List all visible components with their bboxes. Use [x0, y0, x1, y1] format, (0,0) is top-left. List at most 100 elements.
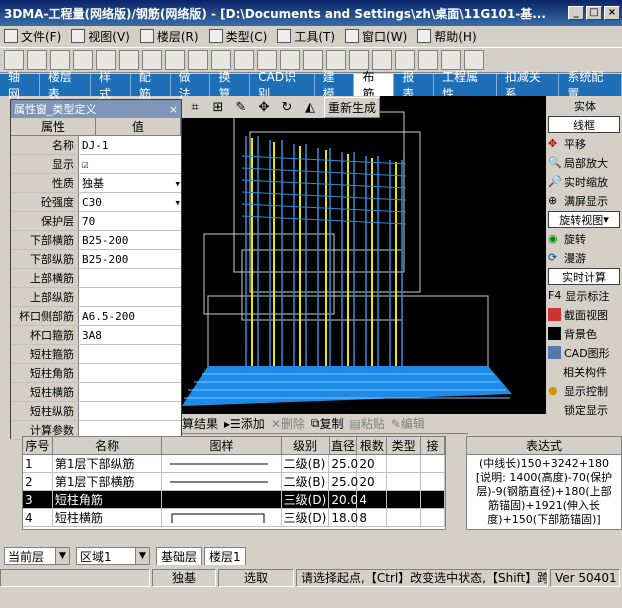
minimize-button[interactable]: _ [568, 6, 584, 20]
tab-project-props[interactable]: 工程属性 [434, 70, 497, 101]
zoom-window-icon[interactable]: ⊞ [208, 97, 228, 117]
tab-foundation-layer[interactable]: 基础层 [156, 547, 203, 565]
prop-row[interactable]: 上部横筋 [11, 269, 181, 288]
move-icon[interactable]: ✥ [254, 97, 274, 117]
wireframe-button[interactable]: 线框 [548, 116, 620, 133]
regenerate-button[interactable]: 重新生成 [324, 96, 381, 118]
lock-display-button[interactable]: 锁定显示 [546, 400, 622, 419]
grid-icon[interactable] [165, 50, 185, 70]
show-mark-button[interactable]: F4 显示标注 [546, 286, 622, 305]
screen-icon[interactable] [234, 50, 254, 70]
cad-graphics-button[interactable]: CAD图形 [546, 343, 622, 362]
copy-button[interactable]: ⧉ 复制 [311, 415, 344, 432]
menu-window[interactable]: 窗口(W) [345, 28, 407, 45]
prop-row[interactable]: 保护层 70 [11, 212, 181, 231]
prop-row[interactable]: 下部横筋 B25-200 [11, 231, 181, 250]
erase-icon[interactable] [418, 50, 438, 70]
paste-icon[interactable] [119, 50, 139, 70]
realtime-zoom-button[interactable]: 🔎 实时缩放 [546, 172, 622, 191]
realtime-calc-button[interactable]: 实时计算 [548, 268, 620, 285]
draw-icon[interactable] [326, 50, 346, 70]
mirror-icon[interactable]: ◭ [300, 97, 320, 117]
section-view-button[interactable]: 截面视图 [546, 305, 622, 324]
copy-icon[interactable] [96, 50, 116, 70]
pen-icon[interactable] [464, 50, 484, 70]
table-row[interactable]: 4 短柱横筋 三级(D) 18.0 8 [23, 509, 445, 527]
dropdown-arrow-icon[interactable]: ▾ [174, 193, 181, 212]
tab-style[interactable]: 样式 [91, 70, 131, 101]
paint-icon[interactable]: ✎ [231, 97, 251, 117]
menu-file[interactable]: 文件(F) [4, 28, 61, 45]
tab-rebar-config[interactable]: 配筋 [131, 70, 171, 101]
roam-button[interactable]: ⟳ 漫游 [546, 248, 622, 267]
dropdown-arrow-icon[interactable]: ▾ [174, 174, 181, 193]
prop-row[interactable]: 杯口侧部筋 A6.5-200 [11, 307, 181, 326]
maximize-button[interactable]: □ [586, 6, 602, 20]
current-floor-select[interactable]: 当前层 ▼ [4, 547, 70, 565]
settings-icon[interactable] [372, 50, 392, 70]
close-button[interactable]: × [604, 6, 620, 20]
calc-icon[interactable] [257, 50, 277, 70]
table-row[interactable]: 3 短柱角筋 三级(D) 20.0 4 [23, 491, 445, 509]
tab-convert[interactable]: 换算 [210, 70, 251, 101]
paste-button[interactable]: ▤ 粘贴 [349, 415, 384, 432]
prop-row[interactable]: 上部纵筋 [11, 288, 181, 307]
tab-axis[interactable]: 轴网 [0, 70, 40, 101]
show-checkbox[interactable]: ☑ [79, 155, 181, 173]
save-icon[interactable] [50, 50, 70, 70]
tab-cad[interactable]: CAD识别 [250, 70, 315, 101]
new-icon[interactable] [4, 50, 24, 70]
solid-label[interactable]: 实体 [546, 96, 622, 115]
result-tab[interactable]: 算结果 [182, 415, 218, 432]
area-select[interactable]: 区域1 ▼ [76, 547, 150, 565]
menu-type[interactable]: 类型(C) [208, 28, 267, 45]
prop-row[interactable]: 短柱箍筋 [11, 345, 181, 364]
select-frame-icon[interactable]: ⌗ [185, 97, 205, 117]
rotate-icon[interactable]: ↻ [277, 97, 297, 117]
config-icon[interactable] [441, 50, 461, 70]
tab-floor-table[interactable]: 楼层表 [40, 70, 92, 101]
menu-floor[interactable]: 楼层(R) [139, 28, 199, 45]
prop-row[interactable]: 短柱横筋 [11, 383, 181, 402]
rotate-view-dropdown[interactable]: 旋转视图 ▾ [548, 211, 620, 228]
prop-row[interactable]: 名称 DJ-1 [11, 136, 181, 155]
background-color-button[interactable]: 背景色 [546, 324, 622, 343]
local-zoom-button[interactable]: 🔍 局部放大 [546, 153, 622, 172]
image-icon[interactable] [211, 50, 231, 70]
close-icon[interactable]: × [169, 103, 178, 116]
tab-floor-1[interactable]: 楼层1 [204, 547, 246, 565]
layers-icon[interactable] [303, 50, 323, 70]
tab-report[interactable]: 报表 [394, 70, 435, 101]
rotate-button[interactable]: ◉ 旋转 [546, 229, 622, 248]
pan-button[interactable]: ✥ 平移 [546, 134, 622, 153]
cut-icon[interactable] [73, 50, 93, 70]
menu-tools[interactable]: 工具(T) [277, 28, 335, 45]
tab-deduct[interactable]: 扣减关系 [497, 70, 560, 101]
report-icon[interactable] [280, 50, 300, 70]
delete-button[interactable]: ✕ 删除 [271, 415, 305, 432]
table-icon[interactable] [188, 50, 208, 70]
prop-row[interactable]: 砼强度 C30 ▾ [11, 193, 181, 212]
tab-rebar-layout[interactable]: 布筋 [354, 70, 395, 101]
view3d-icon[interactable] [349, 50, 369, 70]
prop-row[interactable]: 短柱纵筋 [11, 402, 181, 421]
edit-button[interactable]: ✎ 编辑 [391, 415, 425, 432]
menu-help[interactable]: 帮助(H) [417, 28, 477, 45]
member-icon[interactable] [395, 50, 415, 70]
tab-method[interactable]: 做法 [171, 70, 211, 101]
prop-row[interactable]: 短柱角筋 [11, 364, 181, 383]
3d-viewport[interactable] [182, 96, 546, 414]
tab-model[interactable]: 建模 [315, 70, 355, 101]
prop-row[interactable]: 显示 ☑ [11, 155, 181, 174]
prop-row[interactable]: 下部纵筋 B25-200 [11, 250, 181, 269]
menu-view[interactable]: 视图(V) [71, 28, 130, 45]
fullscreen-button[interactable]: ⊕ 满屏显示 [546, 191, 622, 210]
add-button[interactable]: ▸☰ 添加 [224, 415, 265, 432]
prop-row[interactable]: 性质 独基 ▾ [11, 174, 181, 193]
tab-system[interactable]: 系统配置 [559, 70, 622, 101]
open-icon[interactable] [27, 50, 47, 70]
table-row[interactable]: 2 第1层下部横筋 二级(B) 25.0 20 [23, 473, 445, 491]
prop-row[interactable]: 杯口箍筋 3A8 [11, 326, 181, 345]
delete-icon[interactable] [142, 50, 162, 70]
table-row[interactable]: 1 第1层下部纵筋 二级(B) 25.0 20 [23, 455, 445, 473]
